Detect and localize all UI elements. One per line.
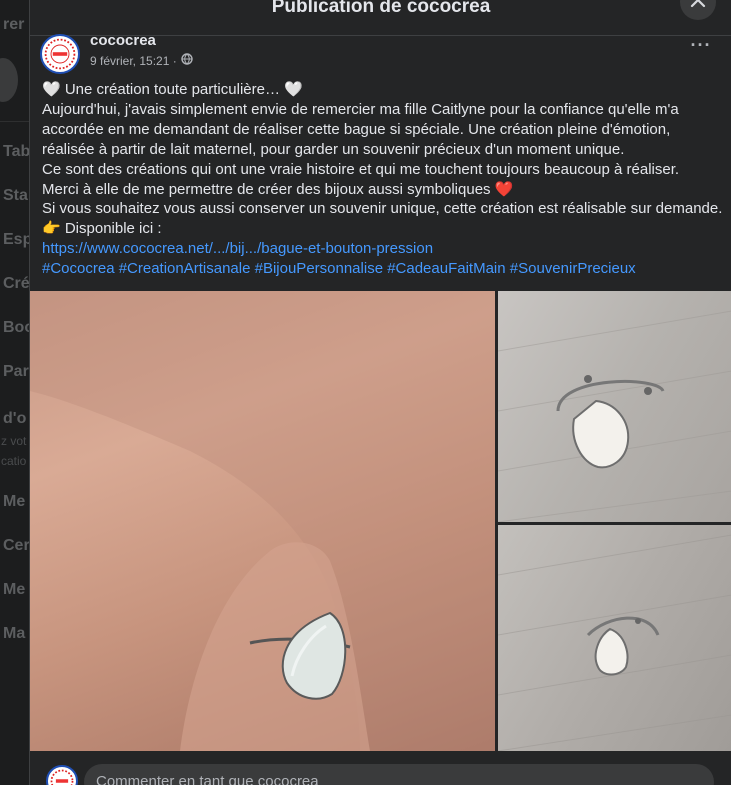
post-date[interactable]: 9 février, 15:21 · xyxy=(90,54,177,68)
post-line: Ce sont des créations qui ont une vraie … xyxy=(42,160,680,178)
post-line: 🤍 Une création toute particulière… 🤍 xyxy=(42,81,303,98)
post-hashtags[interactable]: #Cococrea #CreationArtisanale #BijouPers… xyxy=(42,259,726,279)
more-options-button[interactable]: ··· xyxy=(689,36,713,59)
background-nav-item: Boo xyxy=(3,319,30,336)
background-text: z vot xyxy=(1,434,27,448)
background-nav-item: Esp xyxy=(3,231,30,248)
commenter-avatar xyxy=(46,765,78,785)
background-nav-item: Ma xyxy=(3,625,26,642)
modal-title: Publication de cococrea xyxy=(271,0,491,17)
background-nav-item: Me xyxy=(3,581,26,598)
post-line: Merci à elle de me permettre de créer de… xyxy=(42,180,514,198)
background-text: rer xyxy=(3,16,25,33)
background-nav-item: Cer xyxy=(3,537,30,554)
background-page: rer Tab Sta Esp Cré Boo Par d'o z vot ca… xyxy=(0,0,30,785)
background-nav-item: Me xyxy=(3,493,26,510)
background-nav-item: Sta xyxy=(3,187,28,204)
close-icon xyxy=(689,0,707,14)
page-root: rer Tab Sta Esp Cré Boo Par d'o z vot ca… xyxy=(0,0,731,785)
background-nav-item: Tab xyxy=(3,143,30,160)
post-line: accordée en me demandant de réaliser cet… xyxy=(42,120,671,138)
post-line: Aujourd'hui, j'avais simplement envie de… xyxy=(42,100,679,118)
author-avatar[interactable] xyxy=(40,34,80,74)
background-avatar xyxy=(0,58,18,102)
author-name[interactable]: cococrea xyxy=(90,32,156,49)
post-line: réalisée à partir de lait maternel, pour… xyxy=(42,140,625,158)
globe-icon xyxy=(181,53,193,68)
background-divider xyxy=(0,121,30,122)
post-text: 🤍 Une création toute particulière… 🤍 Auj… xyxy=(42,80,726,279)
post-meta: 9 février, 15:21 · xyxy=(90,53,193,68)
background-heading: d'o xyxy=(3,410,27,427)
background-nav-item: Par xyxy=(3,363,29,380)
modal-header: Publication de cococrea xyxy=(30,0,731,36)
comment-composer: Commenter en tant que cococrea xyxy=(30,751,731,785)
photo-grid xyxy=(30,291,731,751)
post-line: Si vous souhaitez vous aussi conserver u… xyxy=(42,200,723,218)
photo-ring-side[interactable] xyxy=(498,525,731,751)
post-link[interactable]: https://www.cococrea.net/.../bij.../bagu… xyxy=(42,239,726,259)
background-nav-item: Cré xyxy=(3,275,30,292)
post-modal: Publication de cococrea cococrea 9 févri… xyxy=(29,0,731,785)
photo-ring-top[interactable] xyxy=(498,291,731,522)
background-text: catio xyxy=(1,454,27,468)
comment-input[interactable]: Commenter en tant que cococrea xyxy=(84,764,714,785)
photo-hand-ring[interactable] xyxy=(30,291,495,751)
post-line: 👉 Disponible ici : xyxy=(42,220,162,238)
